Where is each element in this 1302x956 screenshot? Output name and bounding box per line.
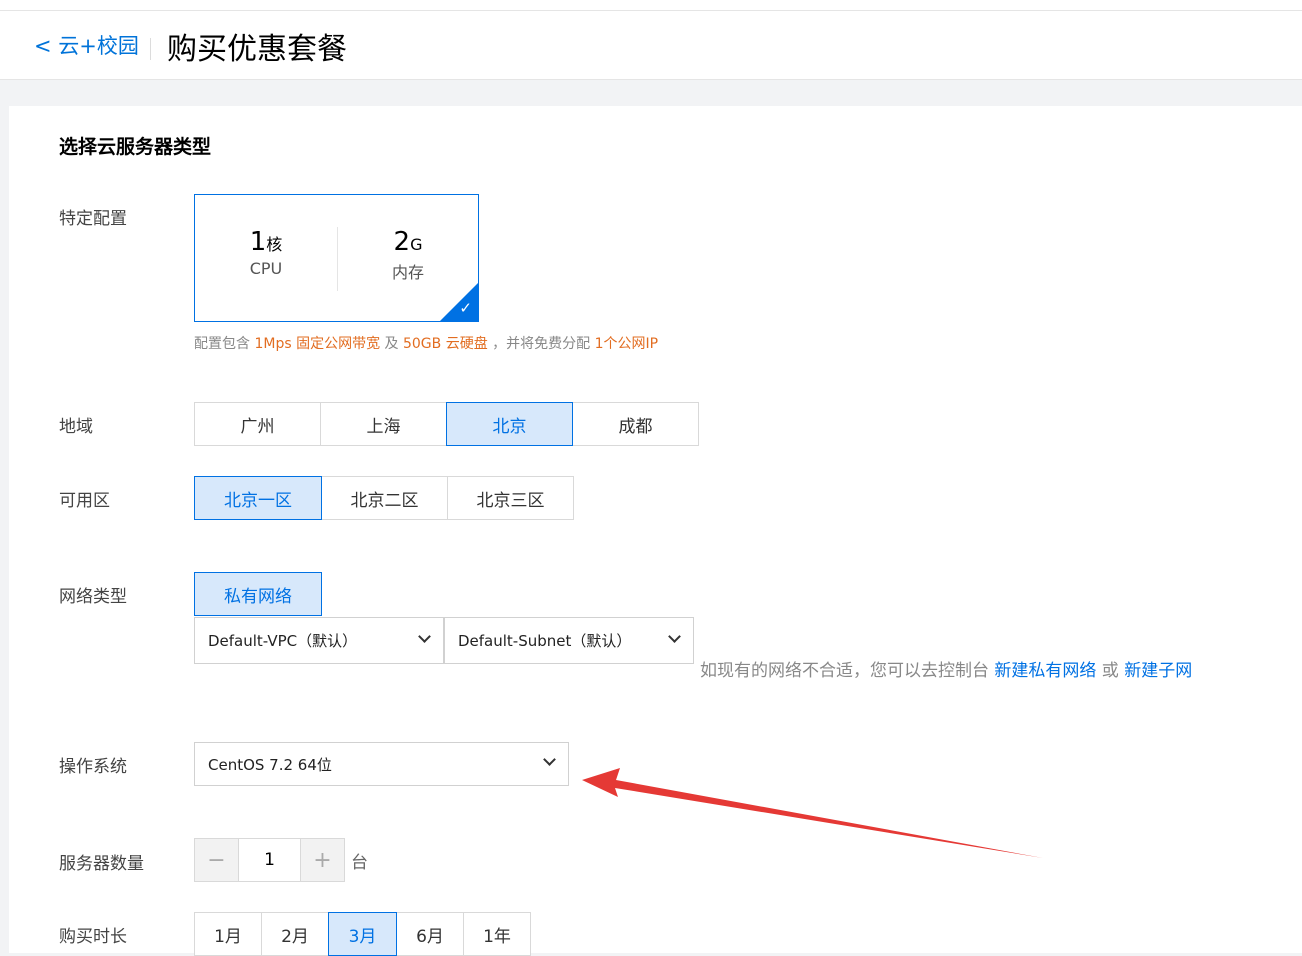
memory-caption: 内存 [391,263,424,282]
quantity-stepper: − 1 + [194,838,345,882]
quantity-input[interactable]: 1 [239,838,300,882]
note-text: 配置包含 [194,336,255,352]
section-title: 选择云服务器类型 [59,136,212,158]
memory-value: 2 [393,227,411,257]
zone-selector: 北京一区 北京二区 北京三区 [194,476,574,520]
title-divider [150,38,151,60]
chevron-down-icon [543,753,556,766]
note-public-ip: 1个公网IP [594,336,659,352]
spec-note: 配置包含 1Mps 固定公网带宽 及 50GB 云硬盘 ，并将免费分配 1个公网… [194,333,658,353]
cpu-caption: CPU [249,259,283,278]
duration-label: 购买时长 [59,927,127,947]
top-bar: < 云+校园 购买优惠套餐 [0,0,1302,80]
region-label: 地域 [59,417,93,437]
region-option-beijing[interactable]: 北京 [446,402,573,446]
increment-button[interactable]: + [300,838,345,882]
spec-card[interactable]: 1核 CPU 2G 内存 ✓ [194,194,479,322]
note-text: ，并将免费分配 [487,336,595,352]
region-option-shanghai[interactable]: 上海 [320,402,447,446]
hint-or: 或 [1096,661,1125,681]
note-disk: 50GB 云硬盘 [402,336,488,352]
os-select-value: CentOS 7.2 64位 [208,755,332,774]
zone-label: 可用区 [59,491,110,511]
os-select[interactable]: CentOS 7.2 64位 [194,742,569,786]
vpc-select[interactable]: Default-VPC（默认） [194,617,444,664]
duration-selector: 1月 2月 3月 6月 1年 [194,912,531,956]
note-text: 及 [380,336,403,352]
new-vpc-link[interactable]: 新建私有网络 [994,661,1096,681]
config-panel: 选择云服务器类型 特定配置 1核 CPU 2G 内存 ✓ 配置包含 1Mps 固… [9,106,1302,956]
os-label: 操作系统 [59,757,127,777]
duration-option-1y[interactable]: 1年 [463,912,531,956]
cpu-value: 1 [249,227,267,257]
cpu-spec: 1核 CPU [195,195,337,323]
network-hint: 如现有的网络不合适，您可以去控制台 新建私有网络 或 新建子网 [700,656,1192,681]
zone-option-1[interactable]: 北京一区 [194,476,322,520]
memory-unit: G [410,235,423,254]
region-selector: 广州 上海 北京 成都 [194,402,699,446]
check-icon: ✓ [459,299,472,317]
page-title: 购买优惠套餐 [167,32,347,67]
duration-option-6m[interactable]: 6月 [396,912,464,956]
chevron-down-icon [418,630,431,643]
hint-text: 如现有的网络不合适，您可以去控制台 [700,661,995,681]
note-bandwidth: 1Mps 固定公网带宽 [254,336,381,352]
top-edge [0,0,1302,11]
subnet-select-value: Default-Subnet（默认） [458,632,632,650]
quantity-unit: 台 [351,853,368,873]
network-type-button[interactable]: 私有网络 [194,572,322,616]
duration-option-2m[interactable]: 2月 [261,912,329,956]
cpu-unit: 核 [266,235,283,254]
region-option-guangzhou[interactable]: 广州 [194,402,321,446]
chevron-down-icon [668,630,681,643]
spec-label: 特定配置 [59,209,127,229]
decrement-button[interactable]: − [194,838,239,882]
duration-option-3m[interactable]: 3月 [328,912,397,956]
zone-option-3[interactable]: 北京三区 [447,476,574,520]
network-label: 网络类型 [59,587,127,607]
duration-option-1m[interactable]: 1月 [194,912,262,956]
region-option-chengdu[interactable]: 成都 [572,402,699,446]
back-link[interactable]: < 云+校园 [34,30,139,60]
vpc-select-value: Default-VPC（默认） [208,632,358,650]
quantity-label: 服务器数量 [59,854,144,874]
subnet-select[interactable]: Default-Subnet（默认） [444,617,694,664]
new-subnet-link[interactable]: 新建子网 [1124,661,1192,681]
zone-option-2[interactable]: 北京二区 [321,476,448,520]
